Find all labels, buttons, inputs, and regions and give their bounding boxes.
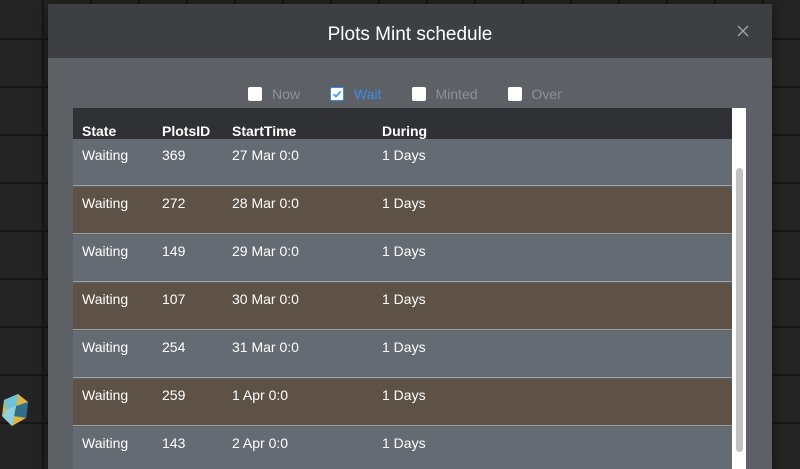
cell-during: 1 Days	[382, 243, 426, 259]
filter-over-checkbox[interactable]	[507, 87, 522, 101]
cell-start-time: 27 Mar 0:0	[232, 147, 299, 163]
cell-start-time: 30 Mar 0:0	[232, 291, 299, 307]
cell-during: 1 Days	[382, 291, 426, 307]
cell-state: Waiting	[82, 147, 129, 163]
cell-state: Waiting	[82, 435, 129, 451]
cell-during: 1 Days	[382, 435, 426, 451]
cell-plots-id: 272	[162, 195, 186, 211]
cell-start-time: 2 Apr 0:0	[232, 435, 289, 451]
cell-plots-id: 254	[162, 339, 186, 355]
mint-schedule-modal: Plots Mint schedule Now Wait Minted Over	[48, 4, 772, 469]
cell-during: 1 Days	[382, 195, 426, 211]
table-row[interactable]: Waiting 272 28 Mar 0:0 1 Days	[73, 187, 732, 234]
filter-now[interactable]: Now	[248, 86, 300, 102]
filter-wait-checkbox[interactable]	[330, 87, 345, 101]
table-row[interactable]: Waiting 149 29 Mar 0:0 1 Days	[73, 235, 732, 282]
filter-minted[interactable]: Minted	[411, 86, 478, 102]
table-row[interactable]: Waiting 369 27 Mar 0:0 1 Days	[73, 139, 732, 186]
cell-plots-id: 369	[162, 147, 186, 163]
player-avatar-icon	[0, 392, 30, 432]
cell-plots-id: 107	[162, 291, 186, 307]
filter-wait-label: Wait	[354, 86, 382, 102]
cell-during: 1 Days	[382, 339, 426, 355]
cell-state: Waiting	[82, 387, 129, 403]
state-filter-group: Now Wait Minted Over	[248, 84, 592, 104]
table-row[interactable]: Waiting 259 1 Apr 0:0 1 Days	[73, 379, 732, 426]
cell-start-time: 1 Apr 0:0	[232, 387, 289, 403]
cell-state: Waiting	[82, 195, 129, 211]
filter-now-checkbox[interactable]	[248, 87, 262, 101]
filter-minted-checkbox[interactable]	[411, 87, 426, 101]
table-row[interactable]: Waiting 107 30 Mar 0:0 1 Days	[73, 283, 732, 330]
cell-start-time: 28 Mar 0:0	[232, 195, 299, 211]
cell-plots-id: 149	[162, 243, 186, 259]
filter-over[interactable]: Over	[507, 86, 562, 102]
schedule-table: State PlotsID StartTime During Waiting 3…	[73, 108, 732, 469]
cell-during: 1 Days	[382, 387, 426, 403]
cell-start-time: 29 Mar 0:0	[232, 243, 299, 259]
table-scrollbar-thumb[interactable]	[736, 168, 743, 452]
cell-state: Waiting	[82, 291, 129, 307]
cell-plots-id: 259	[162, 387, 186, 403]
filter-minted-label: Minted	[435, 86, 478, 102]
filter-now-label: Now	[272, 86, 301, 102]
cell-plots-id: 143	[162, 435, 186, 451]
cell-state: Waiting	[82, 243, 129, 259]
close-icon[interactable]	[734, 22, 752, 40]
cell-during: 1 Days	[382, 147, 426, 163]
cell-start-time: 31 Mar 0:0	[232, 339, 299, 355]
cell-state: Waiting	[82, 339, 129, 355]
filter-over-label: Over	[531, 86, 562, 102]
checkmark-icon	[332, 90, 342, 98]
table-row[interactable]: Waiting 143 2 Apr 0:0 1 Days	[73, 427, 732, 469]
modal-title: Plots Mint schedule	[327, 24, 493, 45]
filter-wait[interactable]: Wait	[330, 86, 382, 102]
table-row[interactable]: Waiting 254 31 Mar 0:0 1 Days	[73, 331, 732, 378]
